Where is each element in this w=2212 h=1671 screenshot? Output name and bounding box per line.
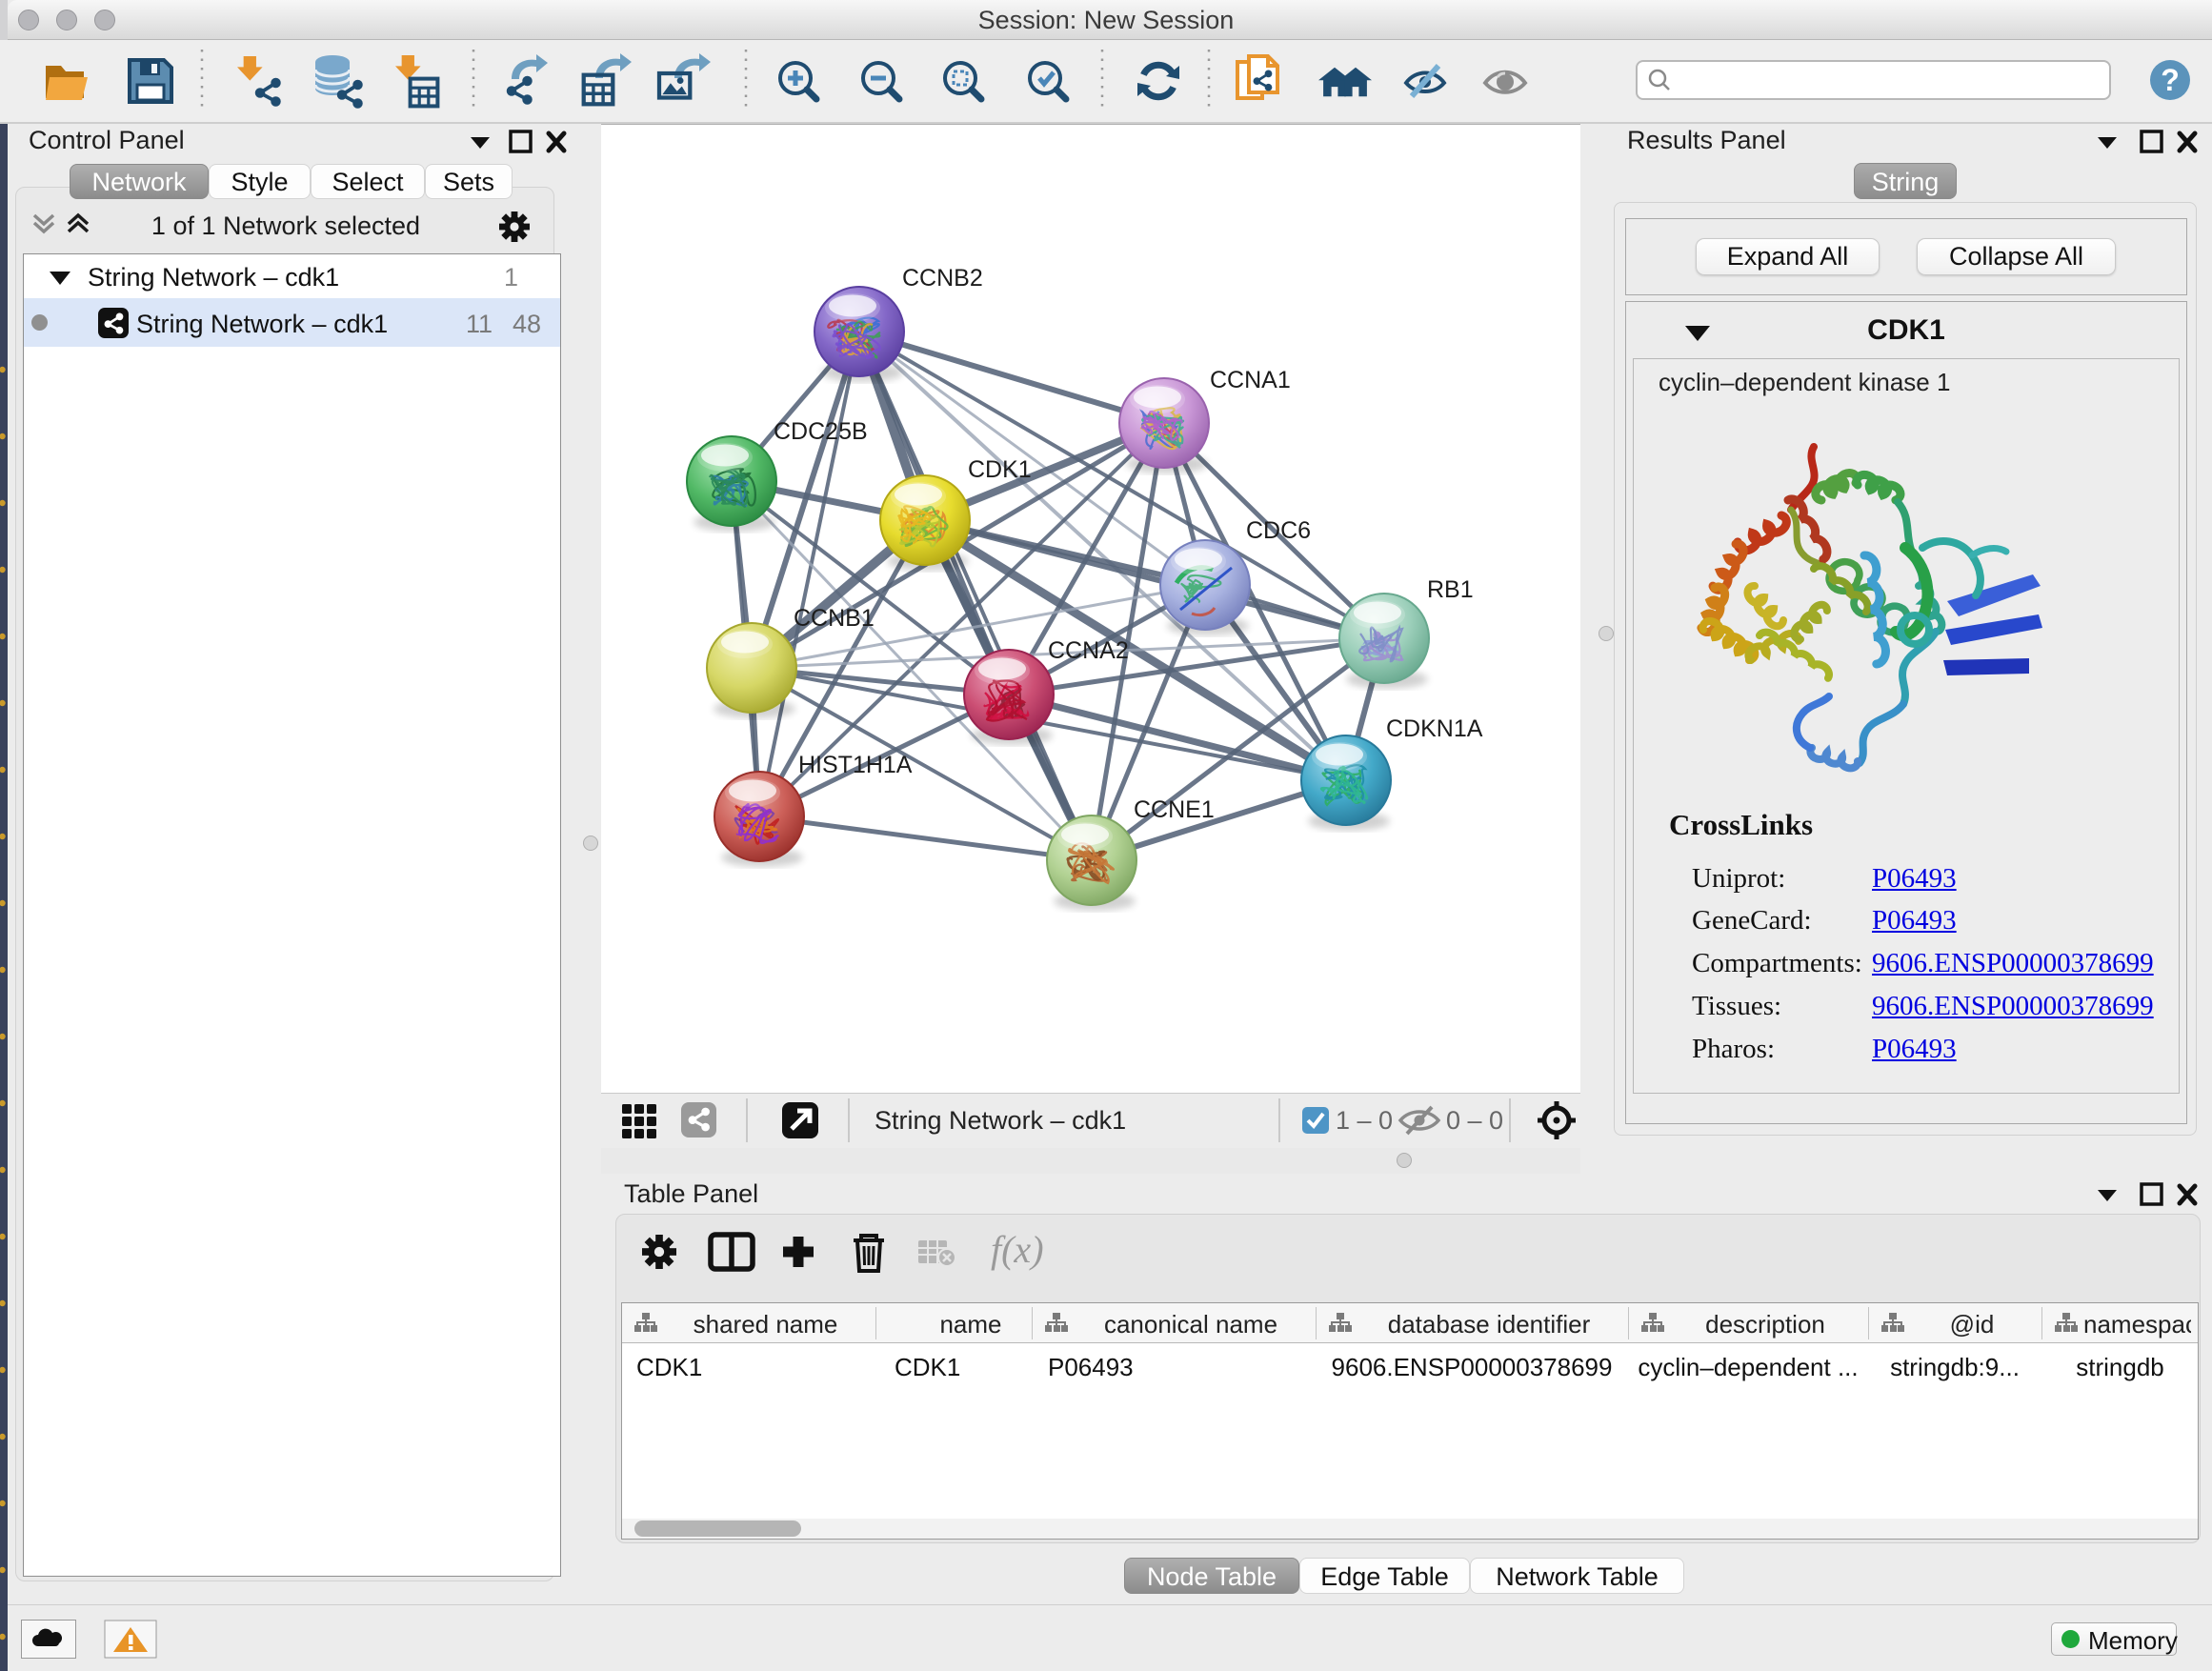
svg-text:CDC25B: CDC25B — [774, 418, 868, 445]
svg-text:CCNB2: CCNB2 — [902, 265, 983, 292]
svg-text:CCNA1: CCNA1 — [1210, 367, 1291, 393]
svg-text:CCNE1: CCNE1 — [1134, 796, 1215, 823]
svg-text:HIST1H1A: HIST1H1A — [798, 752, 913, 778]
svg-text:CDC6: CDC6 — [1246, 517, 1311, 544]
svg-text:?: ? — [2161, 63, 2180, 97]
svg-text:CCNA2: CCNA2 — [1048, 637, 1129, 664]
svg-text:CDK1: CDK1 — [968, 456, 1032, 483]
svg-text:RB1: RB1 — [1427, 576, 1474, 603]
svg-text:CCNB1: CCNB1 — [794, 605, 875, 632]
svg-text:CDKN1A: CDKN1A — [1386, 715, 1483, 742]
